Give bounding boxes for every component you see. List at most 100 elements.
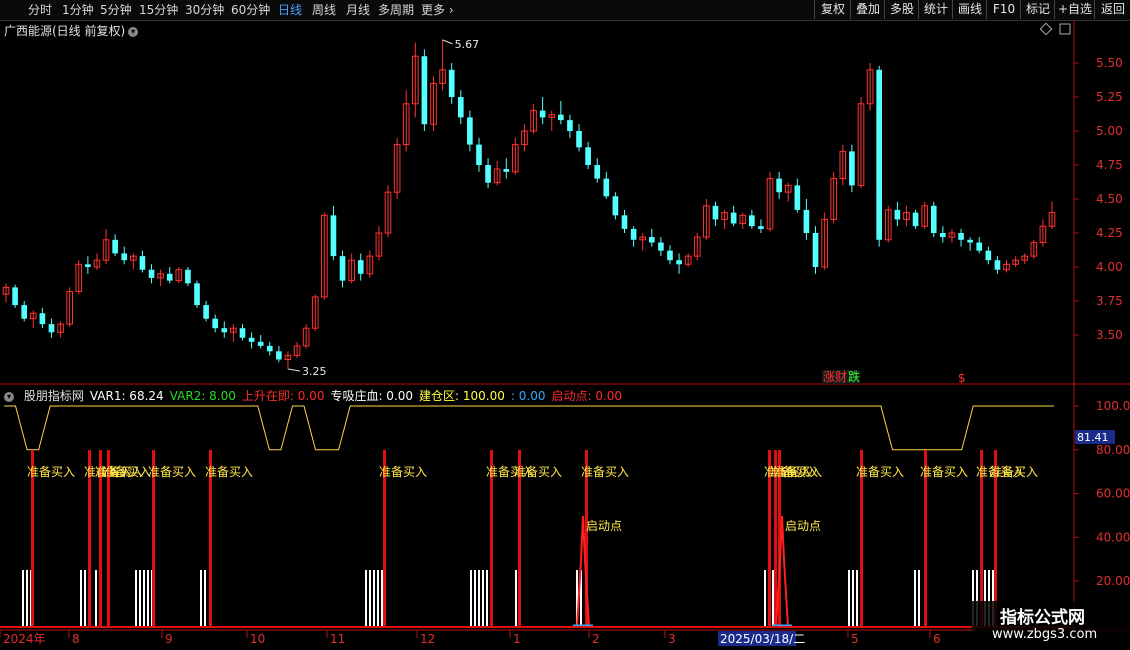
candle-body-down — [558, 114, 564, 121]
candle-body-down — [457, 97, 464, 118]
time-axis-label: 5 — [851, 632, 859, 646]
time-axis-label: 3 — [668, 632, 676, 646]
buy-signal-label: 准备买入 — [27, 465, 75, 479]
candle-body-down — [794, 185, 801, 210]
high-arrow — [442, 39, 453, 45]
candle-body-down — [648, 237, 655, 243]
accumulation-bar — [143, 570, 145, 628]
candle-body-down — [749, 215, 755, 227]
accumulation-bar — [84, 570, 86, 628]
start-point-label: 启动点 — [785, 519, 821, 533]
ind-tick-label: 20.00 — [1096, 574, 1130, 588]
diamond-icon[interactable] — [1039, 22, 1053, 36]
buy-signal-label: 准备买入 — [774, 465, 822, 479]
candle-body-down — [585, 147, 591, 165]
time-axis-label: 8 — [72, 632, 80, 646]
accumulation-bar — [135, 570, 137, 628]
accumulation-bar — [26, 570, 28, 628]
time-axis-label: 11 — [330, 632, 345, 646]
accumulation-bar — [764, 570, 766, 628]
watermark-url: www.zbgs3.com — [992, 627, 1098, 642]
accumulation-bar — [914, 570, 916, 628]
ind-tick-label: 60.00 — [1096, 487, 1130, 501]
candle-body-down — [967, 239, 973, 243]
accumulation-bar — [95, 570, 97, 628]
candle-body-down — [203, 305, 209, 319]
time-axis-label: 6 — [933, 632, 941, 646]
candle-body-down — [185, 269, 191, 284]
candle-body-down — [266, 345, 273, 352]
candle-body-down — [112, 239, 118, 254]
time-axis-label: 1 — [513, 632, 521, 646]
accumulation-bar — [365, 570, 367, 628]
candle-body-down — [166, 273, 173, 281]
time-axis-label: 2025/03/18/二 — [720, 632, 805, 646]
maximize-icon[interactable] — [1059, 23, 1071, 35]
candle-body-down — [658, 242, 664, 251]
candle-body-down — [330, 215, 337, 257]
candle-body-down — [912, 212, 919, 227]
accumulation-bar — [470, 570, 472, 628]
accumulation-bar — [373, 570, 375, 628]
start-point-label: 启动点 — [586, 519, 622, 533]
accumulation-bar — [474, 570, 476, 628]
ind-tick-label: 40.00 — [1096, 530, 1130, 544]
indicator-line — [4, 405, 1054, 451]
buy-signal-label: 准备买入 — [514, 465, 562, 479]
time-axis-label: 2024年 — [3, 632, 46, 646]
candle-body-down — [676, 260, 682, 265]
candle-body-down — [994, 260, 1001, 270]
candle-body-down — [248, 337, 255, 342]
price-tick-label: 4.25 — [1096, 226, 1123, 240]
candle-body-down — [603, 178, 610, 197]
accumulation-bar — [147, 570, 149, 628]
candle-body-down — [812, 233, 819, 267]
candle-body-down — [612, 196, 619, 216]
buy-signal-label: 准备买入 — [581, 465, 629, 479]
buy-signal-label: 准备买入 — [205, 465, 253, 479]
candle-body-down — [803, 209, 810, 233]
candle-body-down — [148, 269, 155, 278]
candle-body-down — [485, 165, 491, 183]
candle-body-down — [876, 69, 883, 240]
accumulation-bar — [772, 570, 774, 628]
candle-body-down — [930, 205, 937, 233]
candle-body-down — [985, 250, 992, 261]
low-arrow — [287, 368, 301, 372]
accumulation-bar — [377, 570, 379, 628]
candle-body-down — [576, 131, 582, 148]
candle-body-down — [39, 313, 46, 325]
price-tick-label: 5.00 — [1096, 124, 1123, 138]
price-tick-label: 4.00 — [1096, 260, 1123, 274]
candle-body-down — [940, 233, 946, 238]
ind-tick-label: 100.00 — [1096, 399, 1130, 413]
candle-body-down — [467, 117, 473, 145]
buy-signal-label: 准备买入 — [990, 465, 1038, 479]
accumulation-bar — [22, 570, 24, 628]
candle-body-down — [503, 169, 510, 172]
accumulation-bar — [200, 570, 202, 628]
candle-body-down — [730, 212, 737, 224]
buy-signal-label: 准备买入 — [856, 465, 904, 479]
price-tick-label: 4.75 — [1096, 158, 1123, 172]
high-price-label: 5.67 — [455, 38, 480, 51]
candle-body-down — [85, 264, 91, 267]
candle-body-down — [758, 226, 764, 229]
buy-signal-label: 准备买入 — [148, 465, 196, 479]
price-tick-label: 5.50 — [1096, 56, 1123, 70]
candle-body-down — [476, 144, 482, 165]
candle-body-down — [776, 178, 782, 193]
price-tick-label: 4.50 — [1096, 192, 1123, 206]
candle-body-down — [194, 283, 200, 306]
stock-chart[interactable]: 5.50 5.25 5.00 4.75 4.50 4.25 4.00 3.75 3.50 5.67… — [0, 0, 1130, 650]
candle-body-down — [712, 205, 719, 220]
candle-body-down — [257, 341, 264, 346]
time-axis-label: 9 — [165, 632, 173, 646]
price-tick-label: 3.50 — [1096, 328, 1123, 342]
candle-body-down — [12, 287, 18, 306]
accumulation-bar — [204, 570, 206, 628]
accumulation-bar — [381, 570, 383, 628]
candle-body-down — [339, 256, 346, 281]
time-axis-label: 10 — [250, 632, 265, 646]
accumulation-bar — [478, 570, 480, 628]
